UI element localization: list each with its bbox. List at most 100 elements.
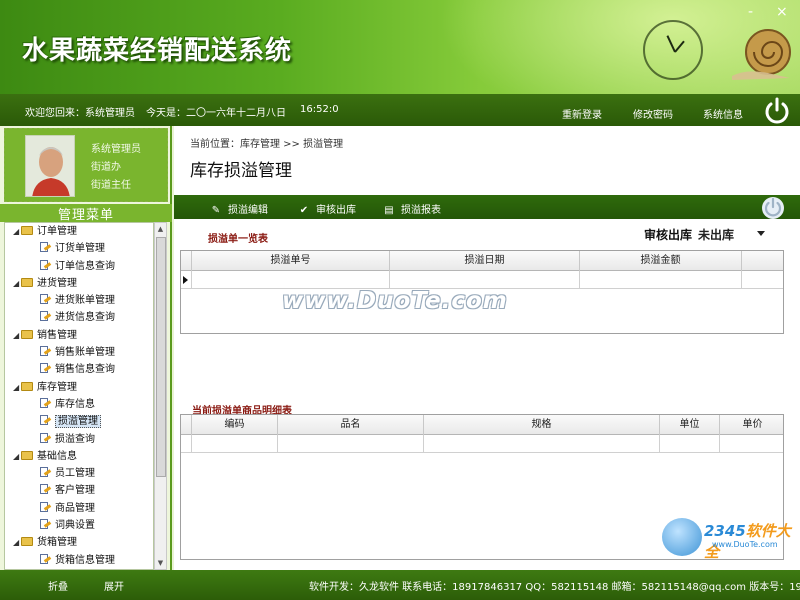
row-selector[interactable] <box>181 271 191 288</box>
row-selector[interactable] <box>181 435 191 452</box>
scroll-up-icon[interactable]: ▲ <box>155 223 166 235</box>
current-time: 16:52:0 <box>300 104 339 115</box>
column-header[interactable]: 品名 <box>277 415 423 435</box>
system-info-button[interactable]: 系统信息 <box>703 106 743 121</box>
sidebar: 系统管理员 街道办 街道主任 管理菜单 ◢ 订单管理 订货单管理 订单信息查询 ◢… <box>0 126 172 570</box>
profile-department: 街道办 <box>91 162 121 173</box>
folder-icon <box>21 226 33 235</box>
document-icon <box>39 467 52 478</box>
column-header[interactable]: 损溢日期 <box>389 251 579 271</box>
folder-icon <box>21 537 33 547</box>
tree-item-purchase-bill[interactable]: 进货账单管理 <box>5 292 153 309</box>
column-header-blank <box>741 251 785 271</box>
scroll-thumb[interactable] <box>156 237 166 477</box>
footer-info: 软件开发：久龙软件 联系电话：18917846317 QQ：582115148 … <box>309 582 800 593</box>
user-profile: 系统管理员 街道办 街道主任 <box>4 128 168 202</box>
tree-group-crate[interactable]: ◢ 货箱管理 <box>5 534 153 551</box>
row-pointer-icon <box>183 276 188 284</box>
audit-button[interactable]: ✔ 审核出库 <box>298 201 356 216</box>
document-icon <box>39 346 52 357</box>
table-row[interactable] <box>181 271 783 289</box>
minimize-button[interactable]: - <box>748 4 753 20</box>
report-icon: ▤ <box>384 205 394 216</box>
table-row[interactable] <box>181 435 783 453</box>
tree-item-loss-query[interactable]: 损溢查询 <box>5 431 153 448</box>
tree-group-sales[interactable]: ◢ 销售管理 <box>5 327 153 344</box>
welcome-text: 欢迎您回来：系统管理员 <box>25 108 135 119</box>
tree-item-order-query[interactable]: 订单信息查询 <box>5 258 153 275</box>
tree-item-inventory-info[interactable]: 库存信息 <box>5 396 153 413</box>
tree-item-dictionary[interactable]: 词典设置 <box>5 517 153 534</box>
tree-group-purchase[interactable]: ◢ 进货管理 <box>5 275 153 292</box>
document-icon <box>39 294 52 305</box>
info-bar: 欢迎您回来：系统管理员 今天是：二〇一六年十二月八日 16:52:0 重新登录 … <box>0 94 800 126</box>
audit-filter-label: 审核出库 <box>644 228 693 242</box>
2345-watermark: 2345软件大全 www.DuoTe.com <box>658 514 798 564</box>
duote-watermark: www.DuoTe.com <box>282 288 508 314</box>
app-title: 水果蔬菜经销配送系统 <box>22 36 293 66</box>
scroll-down-icon[interactable]: ▼ <box>155 557 166 569</box>
column-header[interactable]: 规格 <box>423 415 659 435</box>
profile-role: 系统管理员 <box>91 144 141 155</box>
tree-item-loss-manage[interactable]: 损溢管理 <box>5 413 153 430</box>
app-header: 水果蔬菜经销配送系统 - × <box>0 0 800 94</box>
edit-icon: ✎ <box>211 205 221 216</box>
column-header[interactable]: 编码 <box>191 415 277 435</box>
profile-position: 街道主任 <box>91 180 131 191</box>
close-button[interactable]: × <box>776 4 788 20</box>
footer: 折叠 展开 软件开发：久龙软件 联系电话：18917846317 QQ：5821… <box>0 570 800 600</box>
document-icon <box>39 519 52 530</box>
change-password-button[interactable]: 修改密码 <box>633 106 673 121</box>
document-icon <box>39 432 52 444</box>
toolbar: ✎ 损溢编辑 ✔ 审核出库 ▤ 损溢报表 <box>174 195 800 219</box>
document-icon <box>39 484 52 495</box>
tree-item-product[interactable]: 商品管理 <box>5 500 153 517</box>
document-icon <box>39 553 52 565</box>
column-header[interactable]: 损溢金额 <box>579 251 741 271</box>
tree-item-order-manage[interactable]: 订货单管理 <box>5 240 153 257</box>
power-icon[interactable] <box>762 96 792 126</box>
column-header[interactable]: 单价 <box>719 415 785 435</box>
document-icon <box>39 311 52 322</box>
audit-filter-select[interactable]: 未出库 <box>698 226 768 242</box>
tree-item-staff[interactable]: 员工管理 <box>5 465 153 482</box>
loss-edit-button[interactable]: ✎ 损溢编辑 <box>210 201 268 216</box>
power-icon[interactable] <box>761 196 785 220</box>
document-icon <box>39 415 52 426</box>
column-header[interactable]: 单位 <box>659 415 719 435</box>
document-icon <box>39 501 52 513</box>
check-icon: ✔ <box>299 205 309 216</box>
clock-icon <box>643 20 703 80</box>
page-title: 库存损溢管理 <box>190 161 292 181</box>
tree-group-orders[interactable]: ◢ 订单管理 <box>5 223 153 240</box>
loss-list-label: 损溢单一览表 <box>208 234 268 245</box>
tree-item-purchase-query[interactable]: 进货信息查询 <box>5 309 153 326</box>
tree-item-sales-query[interactable]: 销售信息查询 <box>5 361 153 378</box>
folder-icon <box>21 381 33 391</box>
expand-button[interactable]: 展开 <box>104 578 124 593</box>
today-date: 今天是：二〇一六年十二月八日 <box>146 108 286 119</box>
tree-item-customer[interactable]: 客户管理 <box>5 482 153 499</box>
breadcrumb: 当前位置：库存管理 >> 损溢管理 <box>190 139 344 150</box>
tree-group-basic-info[interactable]: ◢ 基础信息 <box>5 448 153 465</box>
tree-group-inventory[interactable]: ◢ 库存管理 <box>5 379 153 396</box>
loss-report-button[interactable]: ▤ 损溢报表 <box>383 201 441 216</box>
document-icon <box>39 397 52 409</box>
tree-item-sales-bill[interactable]: 销售账单管理 <box>5 344 153 361</box>
avatar <box>25 135 75 197</box>
collapse-button[interactable]: 折叠 <box>48 578 68 593</box>
document-icon <box>39 259 52 271</box>
folder-icon <box>21 329 33 339</box>
relogin-button[interactable]: 重新登录 <box>562 106 602 121</box>
document-icon <box>39 242 52 253</box>
folder-icon <box>21 277 33 287</box>
folder-icon <box>21 450 33 460</box>
tree-item-crate-info[interactable]: 货箱信息管理 <box>5 552 153 569</box>
tree-scrollbar[interactable]: ▲ ▼ <box>154 222 167 570</box>
document-icon <box>39 363 52 374</box>
menu-title: 管理菜单 <box>0 204 172 223</box>
snail-icon <box>732 29 791 80</box>
chevron-down-icon <box>757 231 765 236</box>
mascot-icon <box>662 518 702 556</box>
column-header[interactable]: 损溢单号 <box>191 251 389 271</box>
